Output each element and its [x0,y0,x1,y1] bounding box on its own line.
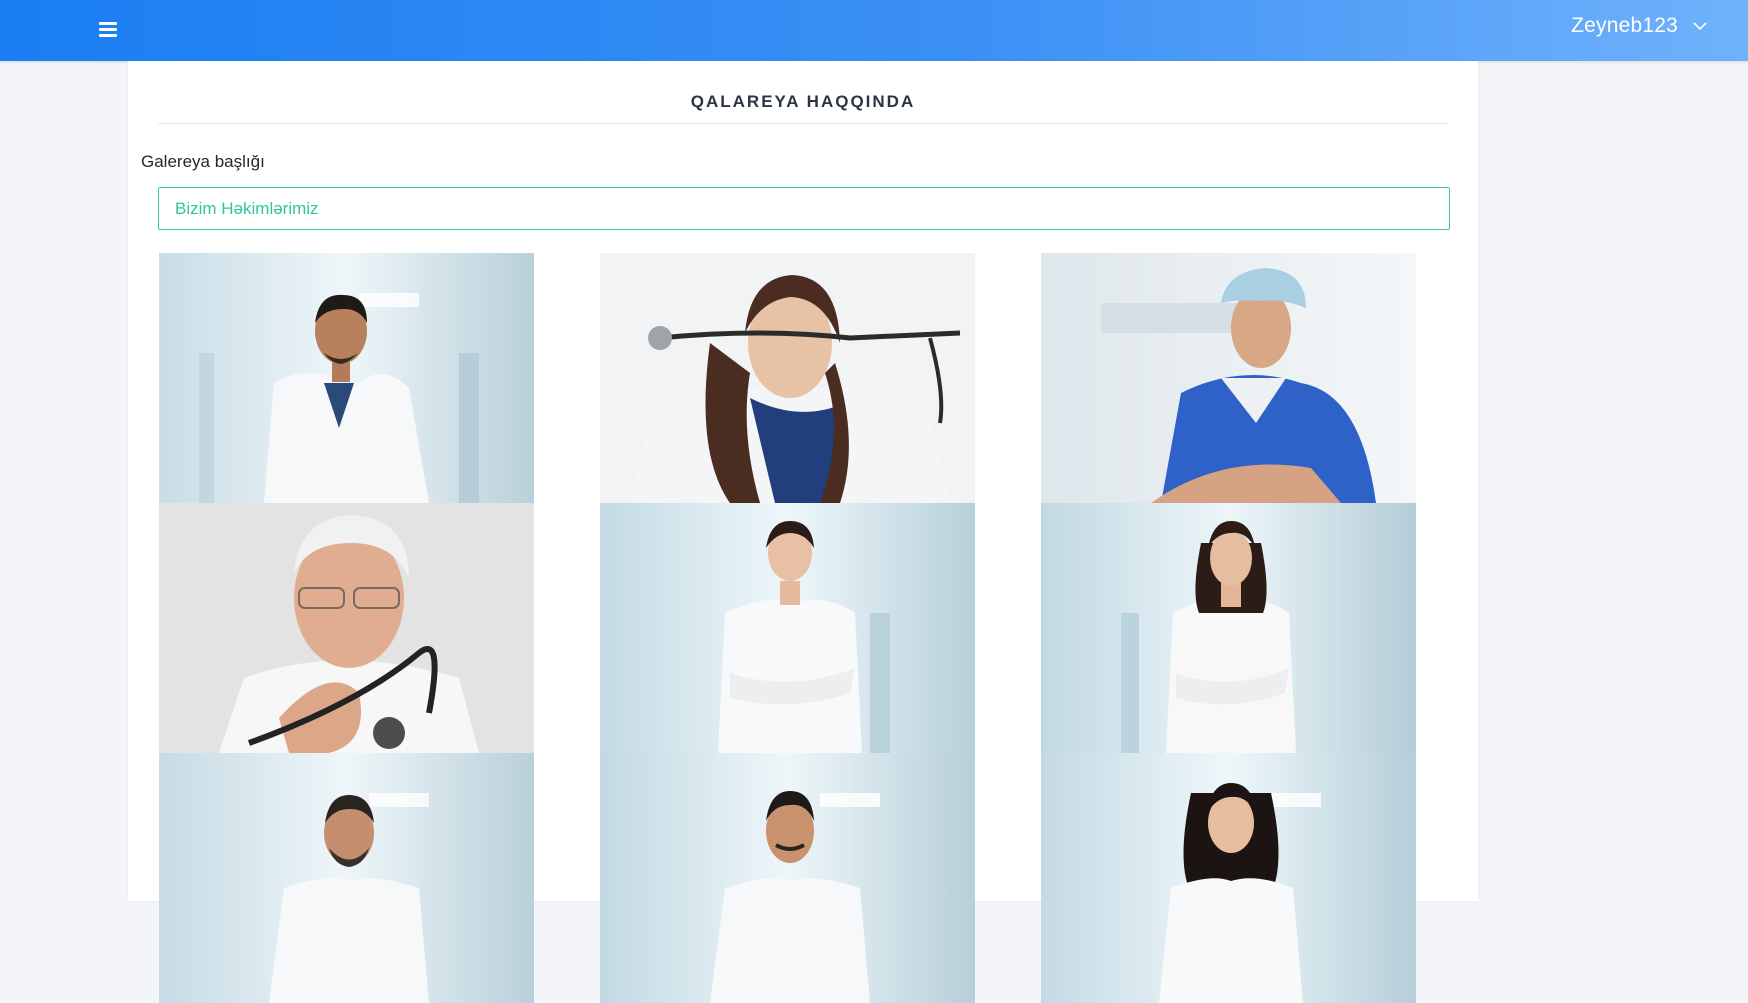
doctor-photo-1[interactable] [159,253,534,503]
doctor-photo-9[interactable] [1041,753,1416,1003]
user-menu[interactable]: Zeyneb123 [1571,14,1708,38]
doctor-photo-2[interactable] [600,253,975,503]
top-navbar: Zeyneb123 [0,0,1748,61]
hamburger-icon[interactable] [97,20,121,40]
doctor-photo-6[interactable] [1041,503,1416,753]
gallery-card: QALAREYA HAQQINDA Galereya başlığı [128,61,1478,1003]
page-title: QALAREYA HAQQINDA [690,92,916,111]
doctor-photo-5[interactable] [600,503,975,753]
username: Zeyneb123 [1571,14,1678,37]
gallery-title-input[interactable] [158,187,1450,230]
gallery-title-label: Galereya başlığı [141,152,265,171]
doctor-photo-7[interactable] [159,753,534,1003]
doctor-photo-4[interactable] [159,503,534,753]
title-divider [158,123,1448,124]
doctor-photo-8[interactable] [600,753,975,1003]
chevron-down-icon [1693,22,1707,31]
doctor-photo-3[interactable] [1041,253,1416,503]
